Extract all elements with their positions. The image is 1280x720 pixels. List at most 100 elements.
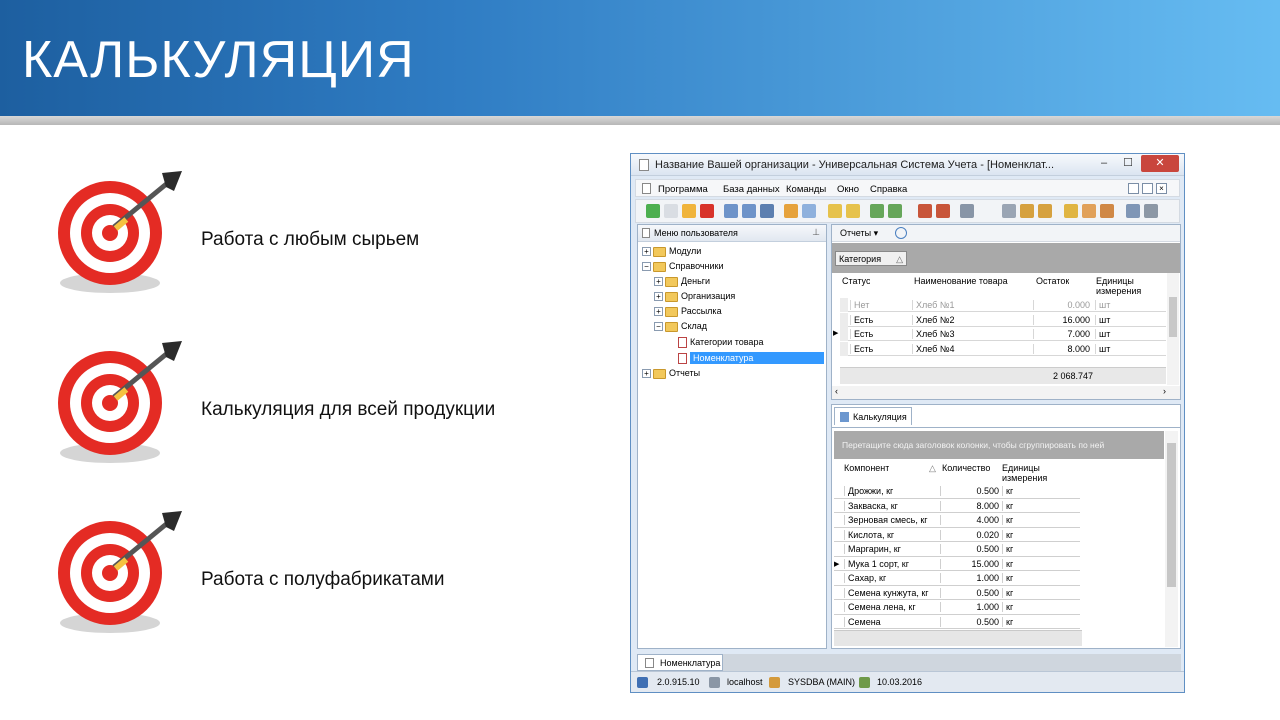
document-icon (678, 353, 687, 365)
horizontal-scrollbar[interactable]: ‹ › (832, 386, 1180, 399)
table-row[interactable]: Семена лена, кг 1.000 кг (834, 600, 1080, 615)
export-icon[interactable] (784, 204, 798, 218)
tab-calculation[interactable]: Калькуляция (834, 407, 912, 425)
table-cell: Есть (850, 329, 910, 339)
wand-icon[interactable] (1020, 204, 1034, 218)
tree-item-organization[interactable]: + Организация (654, 291, 735, 305)
excel-menu-icon[interactable] (888, 204, 902, 218)
expand-icon[interactable]: + (654, 277, 663, 287)
import-icon[interactable] (828, 204, 842, 218)
users-icon[interactable] (1082, 204, 1096, 218)
maximize-icon[interactable]: ☐ (1117, 155, 1139, 172)
menu-program[interactable]: Программа (658, 184, 708, 195)
col-header-status[interactable]: Статус (842, 276, 870, 286)
pin-icon[interactable]: ⊥ (812, 227, 820, 238)
calendar-icon[interactable] (1126, 204, 1140, 218)
expand-icon[interactable]: + (642, 369, 651, 379)
menu-commands[interactable]: Команды (786, 184, 826, 195)
note-icon[interactable] (1038, 204, 1052, 218)
tab-nomenclature[interactable]: Номенклатура (637, 654, 723, 671)
table-cell: 16.000 (1033, 314, 1093, 325)
document-icon (642, 183, 651, 194)
col-header-quantity[interactable]: Количество (942, 463, 990, 473)
child-restore-icon[interactable] (1142, 183, 1153, 194)
tree-item-directories[interactable]: − Справочники (642, 261, 724, 275)
table-row[interactable]: Есть Хлеб №4 8.000 шт (840, 341, 1166, 356)
calculation-panel: Калькуляция Перетащите сюда заголовок ко… (831, 404, 1181, 649)
user-menu-panel: Меню пользователя ⊥ + Модули − Справочники… (637, 224, 827, 649)
copy-icon[interactable] (664, 204, 678, 218)
menu-help[interactable]: Справка (870, 184, 907, 195)
tree-item-money[interactable]: + Деньги (654, 276, 710, 290)
tree-item-product-categories[interactable]: Категории товара (678, 337, 763, 351)
paste-icon[interactable] (846, 204, 860, 218)
col-header-units[interactable]: Единицы измерения (1096, 276, 1156, 296)
tree-item-reports[interactable]: + Отчеты (642, 368, 700, 382)
lock-icon[interactable] (1064, 204, 1078, 218)
table-row[interactable]: Сахар, кг 1.000 кг (834, 571, 1080, 586)
scroll-right-icon: › (1163, 386, 1166, 396)
calendar-icon (859, 677, 870, 688)
excel-icon[interactable] (870, 204, 884, 218)
close-window-icon[interactable] (936, 204, 950, 218)
folder-icon (653, 246, 666, 257)
col-header-stock[interactable]: Остаток (1036, 276, 1069, 286)
calc-vertical-scrollbar[interactable] (1165, 431, 1178, 647)
delete-icon[interactable] (700, 204, 714, 218)
close-icon[interactable]: ✕ (1141, 155, 1179, 172)
window-titlebar[interactable]: Название Вашей организации - Универсальн… (631, 154, 1184, 176)
table-row[interactable]: ▶ Мука 1 сорт, кг 15.000 кг (834, 557, 1080, 571)
scroll-left-icon: ‹ (835, 386, 838, 396)
menu-icon (642, 228, 650, 238)
table-row[interactable]: Есть Хлеб №2 16.000 шт (840, 312, 1166, 327)
folder-icon (653, 261, 666, 272)
tree-item-warehouse[interactable]: − Склад (654, 321, 707, 335)
expand-icon[interactable]: + (642, 247, 651, 257)
tree-item-mailing[interactable]: + Рассылка (654, 306, 722, 320)
expand-icon[interactable]: + (654, 307, 663, 317)
col-header-name[interactable]: Наименование товара (914, 276, 1008, 286)
expand-icon[interactable]: + (654, 292, 663, 302)
filter-icon[interactable] (760, 204, 774, 218)
comment-icon[interactable] (802, 204, 816, 218)
print-preview-icon[interactable] (960, 204, 974, 218)
table-cell: Нет (850, 300, 910, 310)
table-cell: 7.000 (1033, 329, 1093, 339)
col-header-calc-units[interactable]: Единицы измерения (1002, 463, 1072, 483)
new-window-icon[interactable] (918, 204, 932, 218)
collapse-icon[interactable]: − (654, 322, 663, 332)
table-row[interactable]: Зерновая смесь, кг 4.000 кг (834, 513, 1080, 528)
tree-item-modules[interactable]: + Модули (642, 246, 701, 260)
table-cell: кг (1002, 500, 1082, 511)
user-settings-icon[interactable] (1100, 204, 1114, 218)
minimize-icon[interactable]: ‒ (1093, 155, 1115, 172)
edit-icon[interactable] (682, 204, 696, 218)
vertical-scrollbar[interactable] (1167, 273, 1179, 385)
printer-icon[interactable] (1144, 204, 1158, 218)
table-row[interactable]: ▶ Есть Хлеб №3 7.000 шт (833, 327, 1166, 341)
menu-window[interactable]: Окно (837, 184, 859, 195)
add-icon[interactable] (646, 204, 660, 218)
tools-icon[interactable] (1002, 204, 1016, 218)
table-cell: шт (1095, 343, 1163, 354)
search-icon[interactable] (724, 204, 738, 218)
clock-icon[interactable] (895, 227, 907, 239)
col-header-component[interactable]: Компонент (844, 463, 889, 473)
table-row[interactable]: Нет Хлеб №1 0.000 шт (840, 298, 1166, 312)
group-column-category[interactable]: Категория △ (835, 251, 907, 266)
collapse-icon[interactable]: − (642, 262, 651, 272)
reports-button[interactable]: Отчеты ▾ (840, 228, 878, 239)
table-row[interactable]: Закваска, кг 8.000 кг (834, 499, 1082, 513)
menu-database[interactable]: База данных (723, 184, 780, 195)
table-row[interactable]: Семена кунжута, кг 0.500 кг (834, 586, 1080, 600)
tree-item-nomenclature[interactable]: Номенклатура (678, 352, 826, 366)
child-close-icon[interactable]: × (1156, 183, 1167, 194)
table-cell: Хлеб №2 (912, 314, 1032, 325)
table-cell: кг (1002, 529, 1082, 540)
child-minimize-icon[interactable] (1128, 183, 1139, 194)
table-row[interactable]: Маргарин, кг 0.500 кг (834, 542, 1080, 557)
table-row[interactable]: Семена 0.500 кг (834, 615, 1080, 629)
table-row[interactable]: Кислота, кг 0.020 кг (834, 528, 1082, 542)
table-row[interactable]: Дрожжи, кг 0.500 кг (834, 484, 1080, 499)
refresh-icon[interactable] (742, 204, 756, 218)
